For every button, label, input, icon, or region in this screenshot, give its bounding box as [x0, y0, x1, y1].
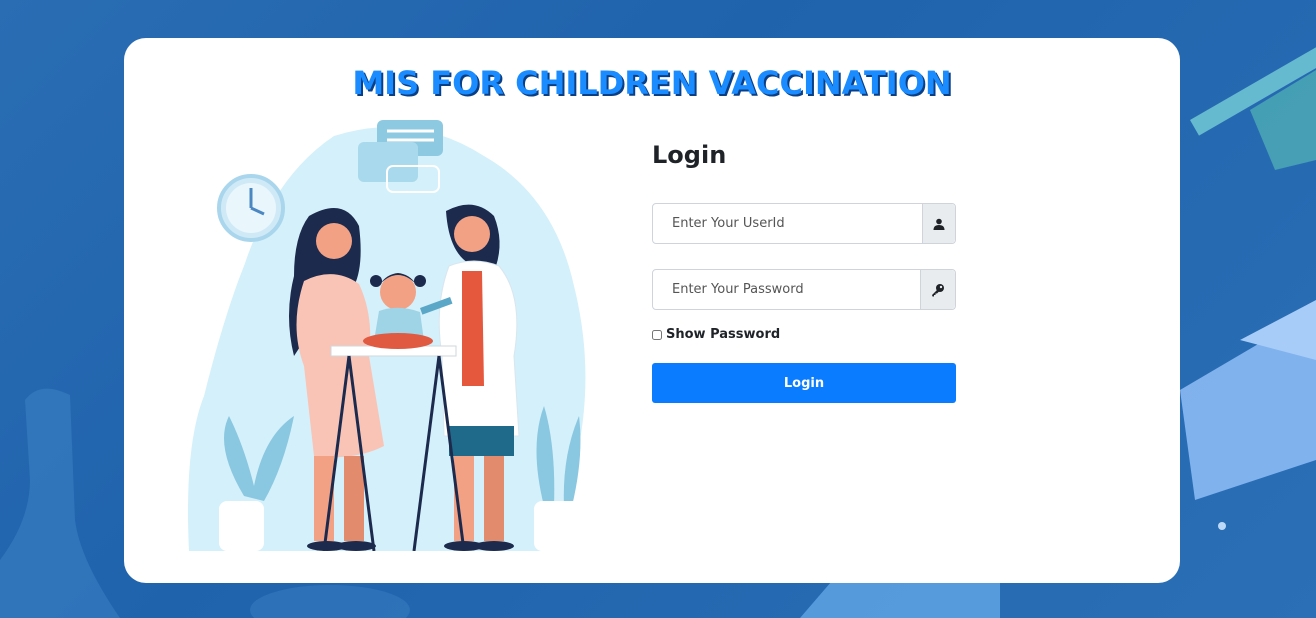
app-title: MIS FOR CHILDREN VACCINATION — [352, 64, 952, 102]
userid-field — [652, 203, 956, 244]
key-icon — [920, 270, 955, 309]
show-password-toggle[interactable]: Show Password — [652, 327, 780, 342]
show-password-checkbox[interactable] — [652, 329, 662, 340]
login-button[interactable]: Login — [652, 363, 956, 403]
user-icon — [922, 204, 955, 243]
login-card: MIS FOR CHILDREN VACCINATION Login Enter… — [124, 38, 1180, 583]
password-input[interactable] — [653, 270, 920, 309]
password-field — [652, 269, 956, 310]
show-password-label: Show Password — [666, 327, 781, 342]
userid-input[interactable] — [653, 204, 922, 243]
login-heading: Login — [652, 141, 727, 169]
vaccination-illustration — [188, 120, 586, 551]
